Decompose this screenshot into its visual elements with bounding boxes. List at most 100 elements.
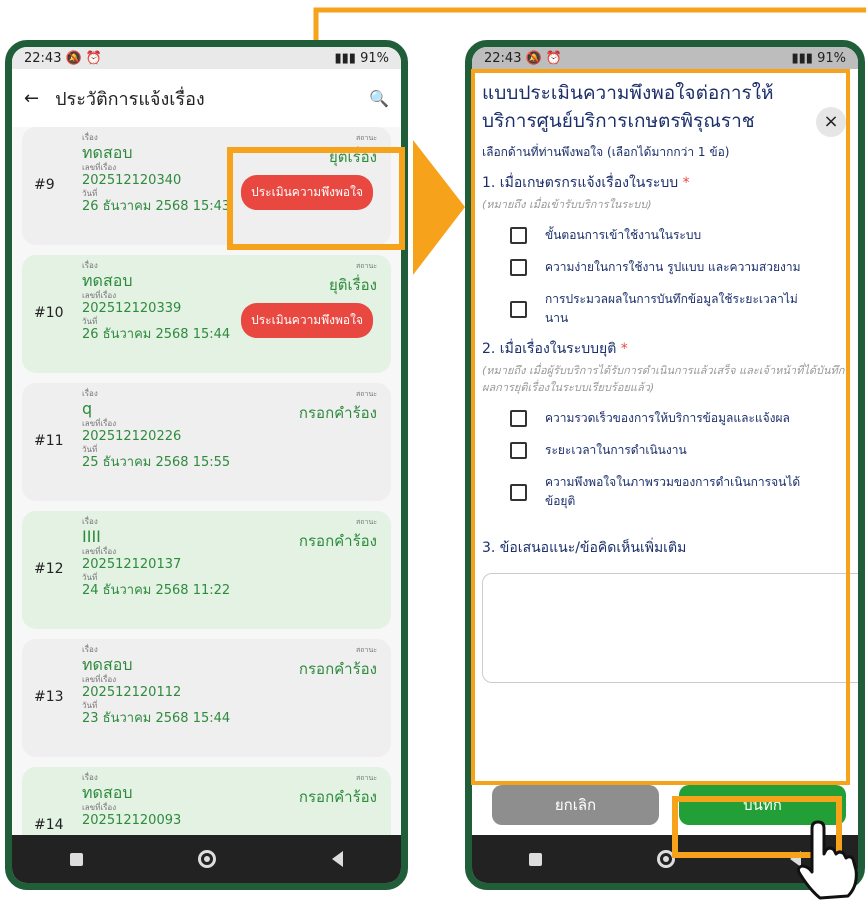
date-label: วันที่ [82, 573, 98, 582]
q2-option[interactable]: ระยะเวลาในการดำเนินงาน [510, 441, 848, 460]
card-date: 23 ธันวาคม 2568 15:44 [82, 711, 231, 726]
checkbox[interactable] [510, 410, 527, 427]
card-date: 25 ธันวาคม 2568 15:55 [82, 455, 231, 470]
status-label: สถานะ [356, 518, 377, 526]
back-nav-icon[interactable] [332, 851, 344, 867]
home-icon[interactable] [656, 850, 675, 868]
q1-option[interactable]: ความง่ายในการใช้งาน รูปแบบ และความสวยงาม [510, 258, 848, 277]
recent-apps-icon[interactable] [69, 852, 83, 866]
right-arrow-icon [413, 140, 465, 275]
save-button[interactable]: บันทึก [679, 785, 846, 825]
card-number: #12 [34, 561, 64, 577]
checkbox[interactable] [510, 227, 527, 244]
card-number: #13 [34, 689, 64, 705]
card-number: #14 [34, 817, 64, 833]
question-1: 1. เมื่อเกษตรกรแจ้งเรื่องในระบบ * [482, 172, 848, 194]
close-icon[interactable]: × [816, 107, 846, 137]
status-icons: 🔕 ⏰ [525, 50, 563, 66]
battery-indicator: ▮▮▮ 91% [334, 50, 390, 66]
status-time: 22:43 [24, 50, 62, 66]
question-1-label: 1. เมื่อเกษตรกรแจ้งเรื่องในระบบ [482, 175, 679, 191]
card-status-block: สถานะกรอกคำร้อง [299, 389, 377, 425]
status-icons: 🔕 ⏰ [65, 50, 103, 66]
card-status: ยุติเรื่อง [328, 276, 377, 294]
home-icon[interactable] [198, 850, 217, 868]
card-ref-number: 202512120112 [82, 685, 182, 700]
question-1-options: ขั้นตอนการเข้าใช้งานในระบบความง่ายในการใ… [482, 226, 848, 328]
card-status-block: สถานะ ยุติเรื่อง [329, 261, 377, 297]
history-card[interactable]: #14 เรื่อง ทดสอบ เลขที่เรื่อง 202512120093 สถ… [22, 767, 391, 835]
checkbox[interactable] [510, 442, 527, 459]
evaluation-phone: 22:43 🔕 ⏰ ▮▮▮ 91% แบบประเมินความพึงพอใจต… [465, 40, 865, 890]
status-label: สถานะ [356, 774, 377, 782]
q1-option[interactable]: ขั้นตอนการเข้าใช้งานในระบบ [510, 226, 848, 245]
q1-option[interactable]: การประมวลผลในการบันทึกข้อมูลใช้ระยะเวลาไ… [510, 290, 848, 328]
q2-option[interactable]: ความพึงพอใจในภาพรวมของการดำเนินการจนได้ข… [510, 473, 848, 511]
android-nav-bar [12, 835, 401, 883]
required-mark: * [620, 341, 628, 357]
card-status-block: สถานะกรอกคำร้อง [299, 645, 377, 681]
status-label: สถานะ [356, 646, 377, 654]
history-list: #9 เรื่อง ทดสอบ เลขที่เรื่อง 202512120340 วัน… [12, 127, 401, 835]
card-number: #10 [34, 305, 64, 321]
card-number: #11 [34, 433, 64, 449]
question-2: 2. เมื่อเรื่องในระบบยุติ * [482, 338, 848, 360]
history-card[interactable]: #10 เรื่อง ทดสอบ เลขที่เรื่อง 202512120339 วั… [22, 255, 391, 373]
card-status-block: สถานะกรอกคำร้อง [299, 773, 377, 809]
cancel-button[interactable]: ยกเลิก [492, 785, 659, 825]
form-title: แบบประเมินความพึงพอใจต่อการให้บริการศูนย… [482, 82, 774, 132]
card-date: 24 ธันวาคม 2568 11:22 [82, 583, 231, 598]
status-label: สถานะ [356, 390, 377, 398]
date-label: วันที่ [82, 701, 98, 710]
hand-pointer-icon [796, 820, 858, 900]
card-ref-number: 202512120137 [82, 557, 182, 572]
search-icon[interactable]: 🔍 [369, 89, 389, 108]
card-status: กรอกคำร้อง [298, 532, 377, 550]
recent-apps-icon[interactable] [529, 852, 543, 866]
option-label: ระยะเวลาในการดำเนินงาน [545, 443, 687, 457]
option-label: ความรวดเร็วของการให้บริการข้อมูลและแจ้งผ… [545, 411, 790, 425]
card-status-block: สถานะยุติเรื่อง [329, 133, 377, 169]
question-2-options: ความรวดเร็วของการให้บริการข้อมูลและแจ้งผ… [482, 409, 848, 511]
card-status: กรอกคำร้อง [298, 404, 377, 422]
card-ref-number: 202512120093 [82, 813, 182, 828]
history-phone: 22:43 🔕 ⏰ ▮▮▮ 91% ← ประวัติการแจ้งเรื่อง… [5, 40, 408, 890]
q2-option[interactable]: ความรวดเร็วของการให้บริการข้อมูลและแจ้งผ… [510, 409, 848, 428]
evaluation-form: แบบประเมินความพึงพอใจต่อการให้บริการศูนย… [472, 69, 858, 835]
status-bar: 22:43 🔕 ⏰ ▮▮▮ 91% [12, 47, 401, 69]
option-label: ขั้นตอนการเข้าใช้งานในระบบ [545, 228, 702, 242]
back-arrow-icon[interactable]: ← [24, 88, 39, 109]
battery-indicator: ▮▮▮ 91% [791, 50, 847, 66]
question-2-label: 2. เมื่อเรื่องในระบบยุติ [482, 341, 617, 357]
checkbox[interactable] [510, 300, 527, 318]
comment-textarea[interactable] [482, 573, 858, 683]
card-status: ยุติเรื่อง [328, 148, 377, 166]
form-hint: เลือกด้านที่ท่านพึงพอใจ (เลือกได้มากกว่า… [482, 145, 730, 159]
evaluate-button[interactable]: ประเมินความพึงพอใจ [241, 175, 373, 210]
checkbox[interactable] [510, 259, 527, 276]
page-title: ประวัติการแจ้งเรื่อง [55, 88, 205, 110]
history-card[interactable]: #13 เรื่อง ทดสอบ เลขที่เรื่อง 202512120112 วั… [22, 639, 391, 757]
history-card[interactable]: #9 เรื่อง ทดสอบ เลขที่เรื่อง 202512120340 วัน… [22, 127, 391, 245]
question-3-label: 3. ข้อเสนอแนะ/ข้อคิดเห็นเพิ่มเติม [482, 540, 687, 556]
status-time: 22:43 [484, 50, 522, 66]
option-label: การประมวลผลในการบันทึกข้อมูลใช้ระยะเวลาไ… [545, 292, 798, 325]
card-status-block: สถานะกรอกคำร้อง [299, 517, 377, 553]
card-status: กรอกคำร้อง [298, 660, 377, 678]
status-bar: 22:43 🔕 ⏰ ▮▮▮ 91% [472, 47, 858, 69]
history-card[interactable]: #12 เรื่อง IIII เลขที่เรื่อง 202512120137 วัน… [22, 511, 391, 629]
option-label: ความง่ายในการใช้งาน รูปแบบ และความสวยงาม [545, 260, 801, 274]
evaluate-button[interactable]: ประเมินความพึงพอใจ [241, 303, 373, 338]
checkbox[interactable] [510, 483, 527, 501]
date-label: วันที่ [82, 445, 98, 454]
card-number: #9 [34, 177, 55, 193]
history-card[interactable]: #11 เรื่อง q เลขที่เรื่อง 202512120226 วันที่… [22, 383, 391, 501]
question-2-note: (หมายถึง เมื่อผู้รับบริการได้รับการดำเนิ… [482, 364, 845, 394]
app-bar: ← ประวัติการแจ้งเรื่อง 🔍 [12, 69, 401, 127]
question-1-note: (หมายถึง เมื่อเข้ารับบริการในระบบ) [482, 198, 652, 211]
status-label: สถานะ [356, 134, 377, 142]
option-label: ความพึงพอใจในภาพรวมของการดำเนินการจนได้ข… [545, 475, 801, 508]
card-status: กรอกคำร้อง [298, 788, 377, 806]
card-ref-number: 202512120226 [82, 429, 182, 444]
required-mark: * [682, 175, 690, 191]
